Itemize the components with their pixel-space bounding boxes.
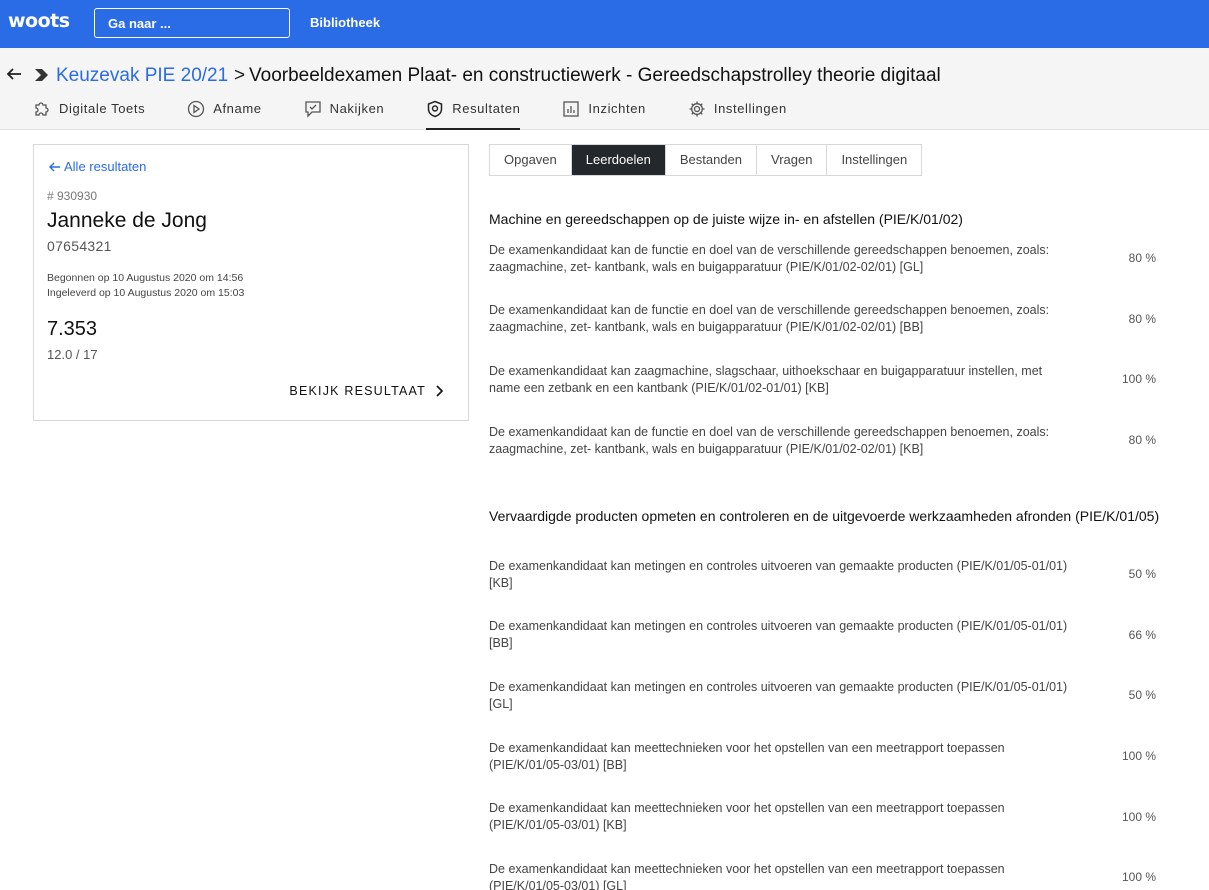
section-title: Vervaardigde producten opmeten en contro… — [489, 508, 1160, 524]
bar-chart-icon — [563, 101, 580, 117]
objective-score: 100 % — [1121, 810, 1156, 824]
shield-icon — [428, 100, 443, 118]
objective-score: 80 % — [1128, 433, 1156, 447]
page-title: Voorbeeldexamen Plaat- en constructiewer… — [249, 65, 941, 86]
section-title: Machine en gereedschappen op de juiste w… — [489, 211, 963, 227]
objective-score: 66 % — [1128, 628, 1156, 642]
view-result-label: BEKIJK RESULTAAT — [289, 384, 426, 398]
arrow-left-icon — [49, 162, 60, 172]
nav-item-instellingen[interactable]: Instellingen — [688, 98, 787, 130]
breadcrumb-chevron-icon — [35, 69, 48, 81]
submitted-timestamp: Ingeleverd op 10 Augustus 2020 om 15:03 — [47, 287, 245, 299]
woots-logo[interactable]: woots — [8, 10, 70, 32]
tab-bestanden[interactable]: Bestanden — [666, 145, 757, 175]
candidate-name: Janneke de Jong — [47, 209, 207, 232]
objective-score: 50 % — [1128, 688, 1156, 702]
objective-text: De examenkandidaat kan de functie en doe… — [489, 425, 1050, 456]
nav-item-inzichten[interactable]: Inzichten — [562, 98, 645, 130]
comment-check-icon — [304, 101, 321, 118]
objective-text: De examenkandidaat kan metingen en contr… — [489, 559, 1068, 590]
breadcrumb-separator: > — [234, 65, 246, 86]
tab-instellingen[interactable]: Instellingen — [827, 145, 921, 175]
search-input[interactable] — [94, 8, 290, 38]
objective-score: 100 % — [1121, 372, 1156, 386]
started-timestamp: Begonnen op 10 Augustus 2020 om 14:56 — [47, 272, 244, 284]
objective-score: 100 % — [1121, 870, 1156, 884]
tab-opgaven[interactable]: Opgaven — [490, 145, 572, 175]
candidate-card: Alle resultaten # 930930 Janneke de Jong… — [33, 144, 469, 421]
tab-vragen[interactable]: Vragen — [757, 145, 828, 175]
objective-text: De examenkandidaat kan meettechnieken vo… — [489, 801, 1005, 832]
points: 12.0 / 17 — [47, 347, 98, 362]
nav-item-label: Digitale Toets — [59, 101, 146, 116]
nav-item-label: Inzichten — [588, 101, 646, 116]
nav-item-label: Nakijken — [329, 101, 385, 116]
nav-item-nakijken[interactable]: Nakijken — [304, 98, 385, 130]
nav-item-resultaten[interactable]: Resultaten — [426, 98, 521, 130]
nav-item-label: Resultaten — [452, 101, 521, 116]
puzzle-icon — [35, 102, 49, 116]
objective-text: De examenkandidaat kan metingen en contr… — [489, 680, 1068, 711]
student-number: 07654321 — [47, 238, 112, 254]
candidate-id: # 930930 — [47, 189, 98, 203]
grade: 7.353 — [47, 318, 98, 340]
objective-score: 50 % — [1128, 567, 1156, 581]
result-tabs: Opgaven Leerdoelen Bestanden Vragen Inst… — [489, 144, 923, 176]
objective-score: 80 % — [1128, 312, 1156, 326]
objective-text: De examenkandidaat kan de functie en doe… — [489, 303, 1050, 334]
nav-item-digitale-toets[interactable]: Digitale Toets — [33, 98, 145, 130]
all-results-label: Alle resultaten — [64, 159, 147, 174]
exam-nav: Digitale Toets Afname Nakijken Resultate… — [33, 98, 829, 130]
objective-text: De examenkandidaat kan meettechnieken vo… — [489, 741, 1005, 772]
back-arrow-icon[interactable] — [6, 66, 22, 87]
top-bar: woots Bibliotheek — [0, 0, 1209, 48]
objective-score: 100 % — [1121, 749, 1156, 763]
objective-text: De examenkandidaat kan zaagmachine, slag… — [489, 364, 1043, 395]
library-link[interactable]: Bibliotheek — [310, 15, 380, 30]
objective-score: 80 % — [1128, 251, 1156, 265]
nav-item-label: Afname — [213, 101, 262, 116]
objective-text: De examenkandidaat kan meettechnieken vo… — [489, 862, 1005, 890]
play-circle-icon — [188, 100, 205, 118]
nav-item-afname[interactable]: Afname — [187, 98, 261, 130]
gear-icon — [689, 101, 705, 117]
chevron-right-icon — [436, 385, 444, 397]
nav-item-label: Instellingen — [713, 101, 787, 116]
objective-text: De examenkandidaat kan de functie en doe… — [489, 243, 1050, 274]
breadcrumb-course-link[interactable]: Keuzevak PIE 20/21 — [56, 65, 228, 87]
view-result-button[interactable]: BEKIJK RESULTAAT — [289, 384, 444, 398]
objective-text: De examenkandidaat kan metingen en contr… — [489, 619, 1068, 650]
tab-leerdoelen[interactable]: Leerdoelen — [571, 145, 666, 175]
page-header: Keuzevak PIE 20/21 > Voorbeeldexamen Pla… — [0, 48, 1209, 130]
all-results-link[interactable]: Alle resultaten — [49, 159, 146, 174]
